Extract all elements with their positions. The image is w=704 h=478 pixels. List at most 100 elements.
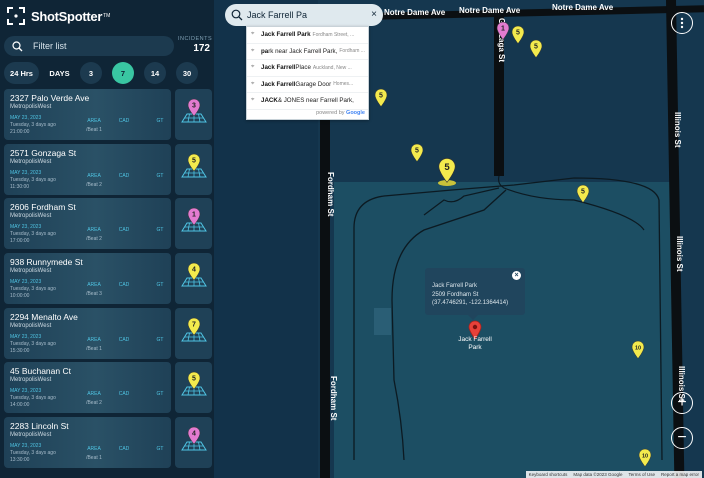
gt-tag[interactable]: GT bbox=[142, 118, 178, 124]
suggestion-rest: Garage Door bbox=[295, 80, 332, 88]
incident-map-thumb[interactable]: 4 bbox=[175, 417, 212, 469]
gt-tag[interactable]: GT bbox=[142, 173, 178, 179]
incident-map-pin-icon[interactable]: 5 bbox=[576, 184, 590, 203]
park-label-line-2: Park bbox=[468, 344, 482, 351]
cad-tag[interactable]: CAD bbox=[106, 337, 142, 343]
search-suggestion-item[interactable]: ⌖ Jack Farrell Park Fordham Street, ... bbox=[247, 27, 368, 44]
incident-city: MetropolisWest bbox=[10, 104, 52, 110]
incident-map-thumb[interactable]: 5 bbox=[175, 143, 212, 195]
incident-card[interactable]: 2327 Palo Verde Ave MetropolisWest MAY 23,… bbox=[4, 89, 212, 140]
incident-beat: /Beat 3 bbox=[86, 291, 102, 298]
incident-pin-icon: 1 bbox=[187, 208, 201, 226]
suggestion-match: Jack Farrell Park bbox=[261, 31, 311, 39]
map-search-field[interactable]: × bbox=[225, 4, 383, 26]
incident-info[interactable]: 45 Buchanan Ct MetropolisWest MAY 23, 2023… bbox=[4, 362, 171, 414]
incident-map-thumb[interactable]: 3 bbox=[175, 89, 212, 140]
suggestion-secondary: Fordham Street, ... bbox=[312, 31, 355, 38]
incident-card[interactable]: 2606 Fordham St MetropolisWest MAY 23, 202… bbox=[4, 198, 212, 250]
incident-pin-count: 7 bbox=[192, 321, 196, 328]
popup-close-button[interactable]: × bbox=[512, 271, 521, 280]
park-map-label: Jack Farrell Park bbox=[452, 336, 498, 352]
incident-beat: /Beat 2 bbox=[86, 181, 102, 188]
incident-map-pin-icon[interactable]: 5 bbox=[437, 157, 457, 183]
search-suggestion-item[interactable]: ⌖ Jack Farrell Place Auckland, New ... bbox=[247, 60, 368, 77]
incident-city: MetropolisWest bbox=[10, 432, 52, 439]
suggestion-secondary: Homes... bbox=[333, 81, 354, 88]
range-14-days-button[interactable]: 14 bbox=[144, 62, 166, 84]
incident-map-thumb[interactable]: 7 bbox=[175, 307, 212, 359]
cad-tag[interactable]: CAD bbox=[106, 282, 142, 288]
gt-tag[interactable]: GT bbox=[142, 227, 178, 233]
incident-info[interactable]: 938 Runnymede St MetropolisWest MAY 23, 20… bbox=[4, 253, 171, 305]
area-tag[interactable]: AREA bbox=[82, 227, 106, 233]
incident-info[interactable]: 2283 Lincoln St MetropolisWest MAY 23, 202… bbox=[4, 417, 171, 469]
street-label-fordham: Fordham St bbox=[326, 172, 335, 217]
gt-tag[interactable]: GT bbox=[142, 446, 178, 452]
popup-pointer bbox=[468, 315, 478, 320]
incident-map-thumb[interactable]: 4 bbox=[175, 253, 212, 305]
incident-info[interactable]: 2327 Palo Verde Ave MetropolisWest MAY 23,… bbox=[4, 89, 171, 140]
incident-map-pin-icon[interactable]: 10 bbox=[631, 340, 645, 359]
incident-info[interactable]: 2294 Menalto Ave MetropolisWest MAY 23, 20… bbox=[4, 307, 171, 359]
terms-of-use-link[interactable]: Terms of Use bbox=[628, 471, 655, 478]
incident-map-thumb[interactable]: 1 bbox=[175, 198, 212, 250]
cad-tag[interactable]: CAD bbox=[106, 118, 142, 124]
incident-card[interactable]: 938 Runnymede St MetropolisWest MAY 23, 20… bbox=[4, 253, 212, 305]
incident-card[interactable]: 2294 Menalto Ave MetropolisWest MAY 23, 20… bbox=[4, 307, 212, 359]
area-tag[interactable]: AREA bbox=[82, 446, 106, 452]
incident-city: MetropolisWest bbox=[10, 322, 52, 329]
range-24-hrs-button[interactable]: 24 Hrs bbox=[4, 62, 39, 84]
incident-map-thumb[interactable]: 5 bbox=[175, 362, 212, 414]
google-logo-text: Google bbox=[346, 109, 365, 116]
zoom-in-button[interactable]: + bbox=[671, 392, 693, 414]
clear-search-button[interactable]: × bbox=[371, 8, 377, 22]
cad-tag[interactable]: CAD bbox=[106, 227, 142, 233]
gt-tag[interactable]: GT bbox=[142, 337, 178, 343]
area-tag[interactable]: AREA bbox=[82, 391, 106, 397]
gt-tag[interactable]: GT bbox=[142, 282, 178, 288]
incident-card[interactable]: 2571 Gonzaga St MetropolisWest MAY 23, 202… bbox=[4, 143, 212, 195]
incident-map-pin-icon[interactable]: 10 bbox=[638, 448, 652, 467]
map-menu-button[interactable] bbox=[671, 12, 693, 34]
plus-icon: + bbox=[677, 394, 687, 411]
range-7-days-button[interactable]: 7 bbox=[112, 62, 134, 84]
location-pin-icon: ⌖ bbox=[251, 31, 255, 38]
area-tag[interactable]: AREA bbox=[82, 282, 106, 288]
incident-city: MetropolisWest bbox=[10, 158, 52, 165]
cad-tag[interactable]: CAD bbox=[106, 173, 142, 179]
search-suggestion-item[interactable]: ⌖ Jack Farrell Garage Door Homes... bbox=[247, 77, 368, 93]
incident-map-pin-icon[interactable]: 5 bbox=[410, 143, 424, 162]
incident-pin-count: 1 bbox=[192, 212, 196, 219]
area-tag[interactable]: AREA bbox=[82, 118, 106, 124]
search-suggestion-item[interactable]: ⌖ JACK & JONES near Farrell Park, bbox=[247, 93, 368, 110]
incident-info[interactable]: 2571 Gonzaga St MetropolisWest MAY 23, 202… bbox=[4, 143, 171, 195]
incident-map-pin-icon[interactable]: 1 bbox=[496, 21, 510, 40]
incidents-label: INCIDENTS bbox=[178, 36, 213, 42]
incident-card[interactable]: 2283 Lincoln St MetropolisWest MAY 23, 202… bbox=[4, 417, 212, 469]
incident-list: 2327 Palo Verde Ave MetropolisWest MAY 23,… bbox=[4, 89, 212, 472]
area-tag[interactable]: AREA bbox=[82, 173, 106, 179]
incident-map-pin-icon[interactable]: 5 bbox=[529, 39, 543, 58]
incident-card[interactable]: 45 Buchanan Ct MetropolisWest MAY 23, 2023… bbox=[4, 362, 212, 414]
map-search-input[interactable] bbox=[247, 10, 365, 20]
range-3-days-button[interactable]: 3 bbox=[80, 62, 102, 84]
incident-map-pin-icon[interactable]: 5 bbox=[511, 25, 525, 44]
gt-tag[interactable]: GT bbox=[142, 391, 178, 397]
incident-map-pin-icon[interactable]: 5 bbox=[374, 88, 388, 107]
search-suggestion-item[interactable]: ⌖ pa rk near Jack Farrell Park, Fordham ... bbox=[247, 44, 368, 60]
suggestion-match: JACK bbox=[261, 97, 278, 105]
incident-beat: /Beat 1 bbox=[86, 455, 102, 462]
incident-info[interactable]: 2606 Fordham St MetropolisWest MAY 23, 202… bbox=[4, 198, 171, 250]
filter-list-input[interactable] bbox=[33, 41, 153, 51]
shotspotter-logo-icon bbox=[6, 6, 26, 26]
area-tag[interactable]: AREA bbox=[82, 337, 106, 343]
report-map-error-link[interactable]: Report a map error bbox=[661, 471, 699, 478]
filter-list-field[interactable] bbox=[4, 36, 174, 56]
range-30-days-button[interactable]: 30 bbox=[176, 62, 198, 84]
suggestion-rest: rk near Jack Farrell Park, bbox=[268, 47, 338, 55]
keyboard-shortcuts-link[interactable]: Keyboard shortcuts bbox=[529, 471, 568, 478]
location-pin-icon: ⌖ bbox=[251, 64, 255, 71]
cad-tag[interactable]: CAD bbox=[106, 391, 142, 397]
cad-tag[interactable]: CAD bbox=[106, 446, 142, 452]
zoom-out-button[interactable]: − bbox=[671, 427, 693, 449]
